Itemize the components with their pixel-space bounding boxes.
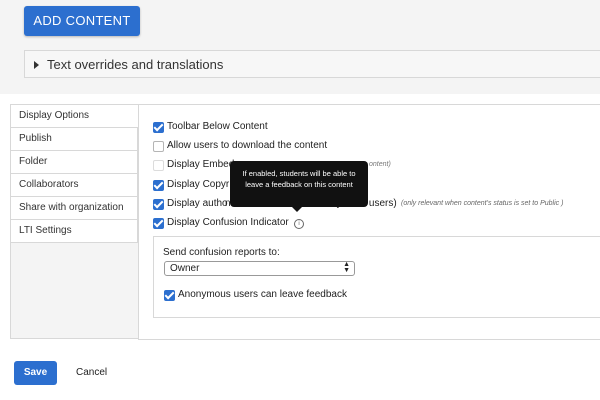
tab-label: Folder (19, 156, 48, 167)
tab-display-options[interactable]: Display Options (10, 104, 138, 128)
option-label: Display autho (167, 198, 228, 209)
confusion-tooltip: If enabled, students will be able to lea… (230, 161, 368, 207)
tab-filler (10, 243, 138, 339)
option-label: Display Embed (167, 159, 235, 170)
option-label: Anonymous users can leave feedback (178, 289, 347, 300)
option-suffix: ontent) (369, 161, 391, 168)
settings-tabs: Display Options Publish Folder Collabora… (10, 104, 138, 339)
option-label: Toolbar Below Content (167, 121, 268, 132)
save-button[interactable]: Save (14, 361, 57, 385)
select-arrows-icon: ▲ ▼ (343, 261, 350, 274)
option-label: Display Confusion Indicator (167, 217, 289, 228)
toolbar-below-checkbox[interactable] (153, 122, 164, 133)
tab-folder[interactable]: Folder (10, 151, 138, 174)
option-label: Allow users to download the content (167, 140, 328, 151)
cancel-button[interactable]: Cancel (76, 367, 107, 378)
option-note: (only relevant when content's status is … (401, 200, 564, 207)
report-recipient-select[interactable]: Owner ▲ ▼ (164, 261, 355, 276)
tab-label: Share with organization (19, 202, 124, 213)
info-icon[interactable]: i (294, 219, 304, 229)
overrides-label: Text overrides and translations (47, 57, 224, 72)
tab-label: LTI Settings (19, 225, 72, 236)
tab-label: Display Options (19, 110, 90, 121)
display-copyright-checkbox[interactable] (153, 180, 164, 191)
tab-label: Publish (19, 133, 52, 144)
tab-lti-settings[interactable]: LTI Settings (10, 220, 138, 243)
tab-collaborators[interactable]: Collaborators (10, 174, 138, 197)
anonymous-feedback-checkbox[interactable] (164, 290, 175, 301)
tab-share-organization[interactable]: Share with organization (10, 197, 138, 220)
display-embed-checkbox[interactable] (153, 160, 164, 171)
add-content-button[interactable]: ADD CONTENT (24, 6, 140, 36)
send-reports-label: Send confusion reports to: (163, 247, 280, 258)
allow-download-checkbox[interactable] (153, 141, 164, 152)
confusion-indicator-checkbox[interactable] (153, 218, 164, 229)
tooltip-arrow (292, 207, 302, 212)
select-value: Owner (170, 263, 200, 274)
tab-publish[interactable]: Publish (10, 128, 138, 151)
tab-label: Collaborators (19, 179, 79, 190)
text-overrides-accordion[interactable]: Text overrides and translations (24, 50, 600, 78)
option-label: Display Copyr (167, 179, 230, 190)
display-authors-checkbox[interactable] (153, 199, 164, 210)
caret-right-icon (34, 61, 39, 69)
